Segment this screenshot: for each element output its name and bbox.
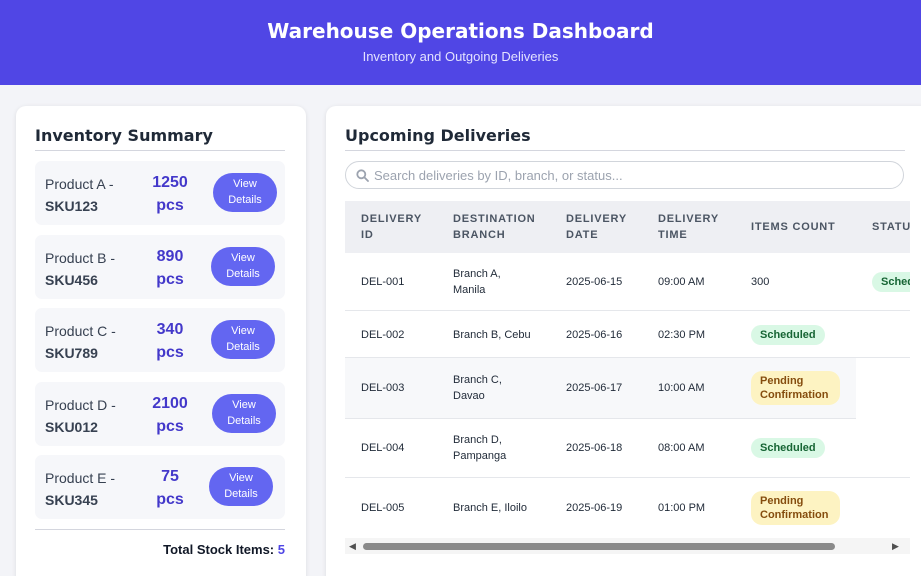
table-header-row: Delivery ID Destination Branch Delivery … (345, 201, 910, 253)
scrollbar-thumb[interactable] (363, 543, 835, 550)
quantity-value: 75 (161, 468, 179, 485)
view-details-button[interactable]: View Details (213, 173, 277, 212)
status-badge: Scheduled (751, 438, 825, 458)
delivery-id: DEL-002 (361, 329, 405, 341)
view-details-button[interactable]: View Details (211, 247, 275, 286)
page-title: Warehouse Operations Dashboard (267, 19, 654, 43)
column-header-delivery-id: Delivery ID (361, 213, 422, 241)
inventory-item: Product D - SKU012 2100 pcs View Details (35, 382, 285, 446)
column-header-destination-branch: Destination Branch (453, 213, 536, 241)
horizontal-scrollbar[interactable]: ◀ ▶ (345, 538, 910, 554)
view-details-button[interactable]: View Details (209, 467, 273, 506)
delivery-time: 09:00 AM (658, 276, 705, 288)
inventory-item: Product B - SKU456 890 pcs View Details (35, 235, 285, 299)
upcoming-deliveries-card: Upcoming Deliveries Delivery ID Destinat… (326, 106, 921, 576)
status-badge: Scheduled (872, 272, 910, 292)
inventory-item: Product E - SKU345 75 pcs View Details (35, 455, 285, 519)
destination-branch: Branch D, Pampanga (453, 434, 507, 462)
product-name: Product C - SKU789 (45, 320, 116, 364)
inventory-item: Product C - SKU789 340 pcs View Details (35, 308, 285, 372)
delivery-time: 10:00 AM (658, 382, 705, 394)
product-label: Product C - (45, 323, 116, 339)
destination-branch: Branch A, Manila (453, 268, 501, 296)
quantity-value: 340 (156, 321, 184, 338)
quantity-value: 1250 (152, 174, 188, 191)
delivery-id: DEL-004 (361, 442, 405, 454)
column-header-items-count: Items Count (751, 221, 836, 233)
product-sku: SKU789 (45, 345, 98, 361)
page-subtitle: Inventory and Outgoing Deliveries (362, 49, 559, 64)
deliveries-table: Delivery ID Destination Branch Delivery … (345, 201, 910, 531)
delivery-id: DEL-005 (361, 502, 405, 514)
destination-branch: Branch C, Davao (453, 374, 502, 402)
column-header-status: Status (872, 221, 910, 233)
table-row[interactable]: DEL-001 Branch A, Manila 2025-06-15 09:0… (345, 253, 910, 311)
table-row[interactable]: DEL-003 Branch C, Davao 2025-06-17 10:00… (345, 358, 856, 419)
delivery-date: 2025-06-18 (566, 442, 623, 454)
delivery-id: DEL-001 (361, 276, 405, 288)
product-label: Product A - (45, 176, 114, 192)
items-count: 300 (751, 276, 770, 288)
product-quantity: 2100 pcs (145, 392, 195, 438)
product-sku: SKU456 (45, 272, 98, 288)
page-header: Warehouse Operations Dashboard Inventory… (0, 0, 921, 85)
product-label: Product E - (45, 470, 116, 486)
divider (35, 150, 285, 151)
product-name: Product A - SKU123 (45, 173, 113, 217)
inventory-summary-card: Inventory Summary Product A - SKU123 1250… (16, 106, 306, 576)
product-name: Product E - SKU345 (45, 467, 115, 511)
table-row[interactable]: DEL-004 Branch D, Pampanga 2025-06-18 08… (345, 419, 910, 478)
product-label: Product B - (45, 250, 116, 266)
divider (35, 529, 285, 530)
view-details-button[interactable]: View Details (212, 394, 276, 433)
total-stock-items: Total Stock Items: 5 (163, 542, 285, 557)
scroll-right-arrow-icon[interactable]: ▶ (892, 541, 899, 552)
product-quantity: 890 pcs (145, 245, 195, 291)
search-box[interactable] (345, 161, 904, 189)
product-name: Product B - SKU456 (45, 247, 115, 291)
quantity-unit: pcs (156, 491, 184, 508)
quantity-unit: pcs (156, 271, 184, 288)
destination-branch: Branch E, Iloilo (453, 502, 527, 514)
product-sku: SKU012 (45, 419, 98, 435)
destination-branch: Branch B, Cebu (453, 329, 531, 341)
status-badge: Pending Confirmation (751, 491, 840, 525)
delivery-id: DEL-003 (361, 382, 405, 394)
quantity-unit: pcs (156, 418, 184, 435)
product-sku: SKU123 (45, 198, 98, 214)
delivery-date: 2025-06-16 (566, 329, 623, 341)
column-header-delivery-time: Delivery Time (658, 213, 719, 241)
product-quantity: 1250 pcs (145, 171, 195, 217)
inventory-summary-title: Inventory Summary (35, 126, 213, 145)
quantity-value: 890 (156, 248, 184, 265)
divider (345, 150, 905, 151)
search-icon (356, 169, 369, 182)
total-stock-label: Total Stock Items: (163, 542, 275, 557)
search-input[interactable] (374, 165, 894, 185)
upcoming-deliveries-title: Upcoming Deliveries (345, 126, 531, 145)
table-row[interactable]: DEL-002 Branch B, Cebu 2025-06-16 02:30 … (345, 311, 910, 358)
delivery-time: 02:30 PM (658, 329, 706, 341)
delivery-date: 2025-06-19 (566, 502, 623, 514)
scroll-left-arrow-icon[interactable]: ◀ (349, 541, 356, 552)
quantity-unit: pcs (156, 197, 184, 214)
quantity-value: 2100 (152, 395, 188, 412)
product-quantity: 75 pcs (145, 465, 195, 511)
inventory-item: Product A - SKU123 1250 pcs View Details (35, 161, 285, 225)
column-header-delivery-date: Delivery Date (566, 213, 627, 241)
status-badge: Pending Confirmation (751, 371, 840, 405)
product-label: Product D - (45, 397, 116, 413)
delivery-date: 2025-06-15 (566, 276, 623, 288)
delivery-time: 08:00 AM (658, 442, 705, 454)
total-stock-value: 5 (277, 542, 285, 557)
quantity-unit: pcs (156, 344, 184, 361)
table-row[interactable]: DEL-005 Branch E, Iloilo 2025-06-19 01:0… (345, 478, 910, 531)
delivery-date: 2025-06-17 (566, 382, 623, 394)
product-quantity: 340 pcs (145, 318, 195, 364)
delivery-time: 01:00 PM (658, 502, 706, 514)
product-name: Product D - SKU012 (45, 394, 116, 438)
view-details-button[interactable]: View Details (211, 320, 275, 359)
product-sku: SKU345 (45, 492, 98, 508)
status-badge: Scheduled (751, 325, 825, 345)
